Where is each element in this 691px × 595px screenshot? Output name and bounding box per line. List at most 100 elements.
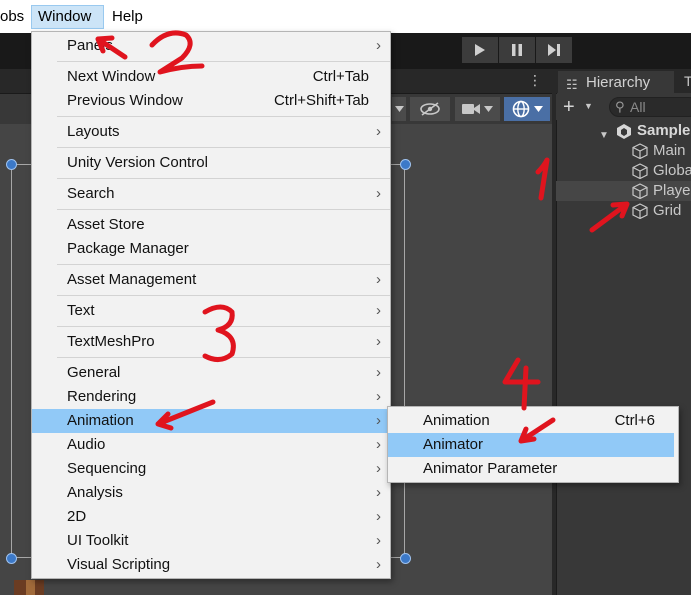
chevron-right-icon: › (376, 302, 381, 319)
menu-item-label: Visual Scripting (67, 556, 171, 573)
menu-item-label: Animator (423, 436, 484, 453)
scene-name: Sample (637, 122, 691, 139)
menu-item-label: Next Window (67, 68, 156, 85)
menu-item-unity-version-control[interactable]: Unity Version Control (32, 151, 390, 175)
submenu-item-animator[interactable]: Animator (388, 433, 674, 457)
hierarchy-item-global[interactable]: Globa (556, 161, 691, 181)
chevron-right-icon: › (376, 185, 381, 202)
menu-item-label: 2D (67, 508, 87, 525)
hierarchy-search-input[interactable]: ⚲ All (609, 97, 691, 117)
menu-item-asset-management[interactable]: Asset Management › (32, 268, 390, 292)
globe-icon (512, 100, 529, 118)
menu-jobs[interactable]: obs (0, 5, 30, 29)
menu-item-asset-store[interactable]: Asset Store (32, 213, 390, 237)
menu-item-2d[interactable]: 2D › (32, 505, 390, 529)
play-button[interactable] (462, 37, 498, 63)
menu-item-label: Audio (67, 436, 106, 453)
hierarchy-item-grid[interactable]: Grid (556, 201, 691, 221)
menu-item-label: UI Toolkit (67, 532, 129, 549)
submenu-item-animator-parameter[interactable]: Animator Parameter (388, 457, 674, 481)
menu-item-ui-toolkit[interactable]: UI Toolkit › (32, 529, 390, 553)
menu-item-layouts[interactable]: Layouts › (32, 120, 390, 144)
menu-item-search[interactable]: Search › (32, 182, 390, 206)
menu-item-text[interactable]: Text › (32, 299, 390, 323)
menu-item-label: Package Manager (67, 240, 189, 257)
selection-handle[interactable] (6, 159, 17, 170)
menu-item-label: Text (67, 302, 95, 319)
menu-item-label: Unity Version Control (67, 154, 208, 171)
menu-item-package-manager[interactable]: Package Manager (32, 237, 390, 261)
menu-window[interactable]: Window (31, 5, 104, 29)
menu-item-panels[interactable]: Panels › (32, 34, 390, 58)
menu-item-analysis[interactable]: Analysis › (32, 481, 390, 505)
visibility-toggle-button[interactable] (410, 97, 450, 121)
add-icon[interactable]: + (563, 97, 575, 117)
chevron-right-icon: › (376, 508, 381, 525)
tab-hierarchy-label: Hierarchy (586, 74, 651, 91)
hierarchy-item-player[interactable]: Playe (556, 181, 691, 201)
eye-hidden-icon (420, 102, 440, 116)
menu-item-label: Sequencing (67, 460, 147, 477)
tool-button-partial[interactable] (392, 97, 406, 121)
menu-item-label: Animation (423, 412, 490, 429)
step-icon (548, 44, 560, 56)
pause-icon (512, 44, 522, 56)
submenu-item-animation[interactable]: Animation Ctrl+6 (388, 409, 674, 433)
menu-separator (57, 178, 390, 179)
menu-item-label: Search (67, 185, 115, 202)
chevron-right-icon: › (376, 333, 381, 350)
gameobject-cube-icon (632, 143, 648, 159)
menu-item-label: TextMeshPro (67, 333, 155, 350)
menu-item-label: Animation (67, 412, 134, 429)
selection-handle[interactable] (6, 553, 17, 564)
tab-next-partial[interactable]: T (684, 73, 691, 89)
chevron-down-icon (394, 106, 404, 112)
menu-item-animation[interactable]: Animation › (32, 409, 390, 433)
menu-item-general[interactable]: General › (32, 361, 390, 385)
menu-help[interactable]: Help (106, 5, 149, 29)
menu-item-rendering[interactable]: Rendering › (32, 385, 390, 409)
player-sprite (14, 580, 44, 595)
menu-item-label: General (67, 364, 121, 381)
menu-item-label: Asset Store (67, 216, 145, 233)
search-icon: ⚲ (615, 99, 625, 114)
menu-separator (57, 264, 390, 265)
menu-separator (57, 61, 390, 62)
tab-hierarchy[interactable]: ☷ Hierarchy (558, 71, 674, 94)
menu-item-textmeshpro[interactable]: TextMeshPro › (32, 330, 390, 354)
more-options-icon[interactable]: ⋮ (528, 72, 542, 88)
chevron-right-icon: › (376, 532, 381, 549)
gameobject-cube-icon (632, 163, 648, 179)
selection-handle[interactable] (400, 553, 411, 564)
chevron-right-icon: › (376, 412, 381, 429)
menu-separator (57, 326, 390, 327)
hierarchy-item-main[interactable]: Main (556, 141, 691, 161)
chevron-right-icon: › (376, 484, 381, 501)
gizmos-dropdown-button[interactable] (504, 97, 550, 121)
menu-item-label: Previous Window (67, 92, 183, 109)
hierarchy-item-label: Main (653, 142, 686, 159)
menu-item-label: Asset Management (67, 271, 197, 288)
menu-separator (57, 209, 390, 210)
menu-item-audio[interactable]: Audio › (32, 433, 390, 457)
menu-item-visual-scripting[interactable]: Visual Scripting › (32, 553, 390, 577)
step-button[interactable] (536, 37, 572, 63)
menu-item-sequencing[interactable]: Sequencing › (32, 457, 390, 481)
menu-item-previous-window[interactable]: Previous Window Ctrl+Shift+Tab (32, 89, 390, 113)
menu-item-shortcut: Ctrl+Tab (312, 68, 369, 85)
hierarchy-item-label: Grid (653, 202, 682, 219)
play-icon (475, 44, 485, 56)
menu-item-label: Analysis (67, 484, 123, 501)
chevron-down-icon[interactable]: ▼ (584, 101, 593, 111)
hierarchy-scene-row[interactable]: ▼ Sample (556, 121, 691, 141)
chevron-right-icon: › (376, 123, 381, 140)
play-controls (462, 37, 572, 63)
menu-separator (57, 357, 390, 358)
camera-dropdown-button[interactable] (455, 97, 500, 121)
hierarchy-search-placeholder: All (630, 99, 646, 115)
menu-item-label: Panels (67, 37, 113, 54)
chevron-right-icon: › (376, 271, 381, 288)
pause-button[interactable] (499, 37, 535, 63)
selection-handle[interactable] (400, 159, 411, 170)
menu-item-next-window[interactable]: Next Window Ctrl+Tab (32, 65, 390, 89)
